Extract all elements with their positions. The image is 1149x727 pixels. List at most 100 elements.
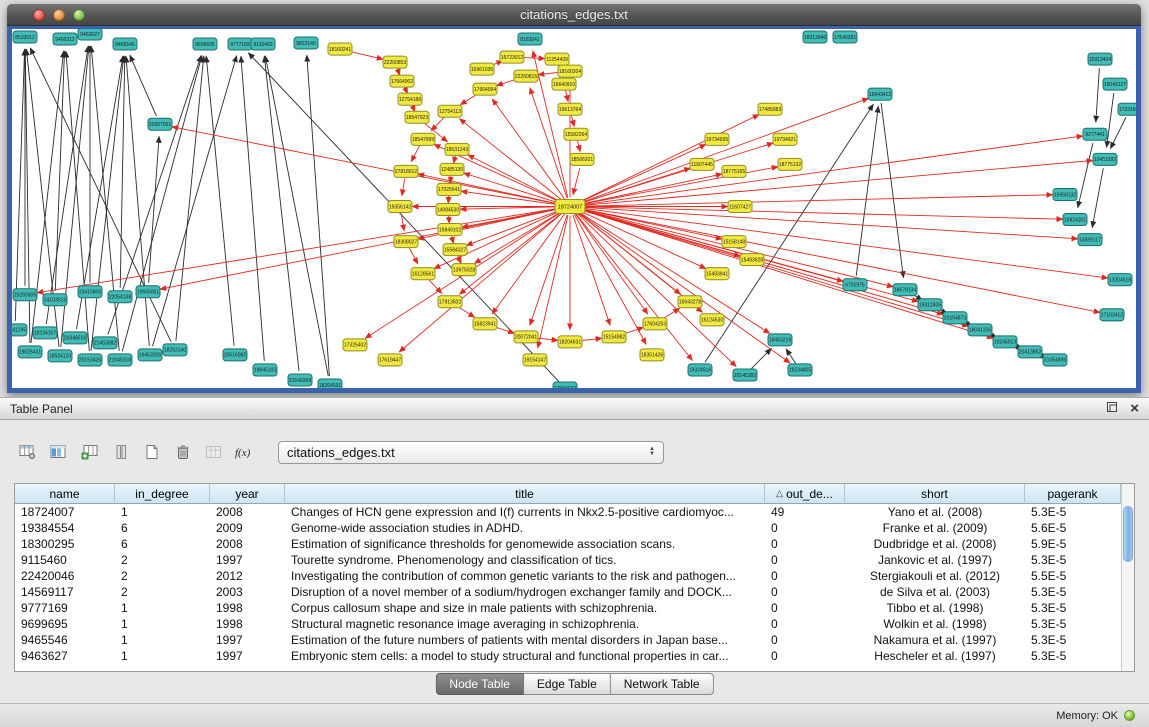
- graph-edge[interactable]: [579, 168, 691, 204]
- graph-node[interactable]: 17604253: [643, 318, 667, 330]
- graph-hub-node[interactable]: 18724007: [555, 199, 585, 213]
- graph-node[interactable]: 10453182: [1093, 153, 1117, 165]
- graph-edge[interactable]: [434, 210, 562, 268]
- graph-node[interactable]: 17103412: [1100, 309, 1124, 321]
- table-row[interactable]: 977716911998Corpus callosum shape and si…: [15, 600, 1134, 616]
- graph-node[interactable]: 23415806: [78, 286, 102, 298]
- graph-node[interactable]: 17584032: [553, 382, 577, 388]
- graph-node[interactable]: 6791975: [843, 279, 867, 291]
- graph-edge[interactable]: [1078, 143, 1093, 208]
- graph-edge[interactable]: [461, 191, 561, 205]
- graph-node[interactable]: 20567051: [148, 118, 172, 130]
- table-vertical-scrollbar[interactable]: [1121, 484, 1134, 671]
- graph-node[interactable]: 20516082: [223, 349, 247, 361]
- graph-edge[interactable]: [573, 168, 580, 195]
- column-header-year[interactable]: year: [210, 484, 285, 504]
- graph-edge[interactable]: [1096, 68, 1100, 122]
- graph-node[interactable]: 18313046: [803, 31, 827, 43]
- graph-node[interactable]: 18041326: [968, 324, 992, 336]
- graph-node[interactable]: 24103518: [43, 294, 67, 306]
- graph-node[interactable]: 20154873: [943, 312, 967, 324]
- graph-edge[interactable]: [579, 98, 869, 203]
- table-row[interactable]: 1830029562008Estimation of significance …: [15, 536, 1134, 552]
- graph-node[interactable]: 15154982: [602, 331, 626, 343]
- graph-edge[interactable]: [578, 210, 706, 268]
- graph-node[interactable]: 17325402: [343, 339, 367, 351]
- graph-node[interactable]: 15913404: [1088, 53, 1112, 65]
- graph-node[interactable]: 11254439: [545, 53, 569, 65]
- graph-edge[interactable]: [241, 56, 264, 361]
- graph-node[interactable]: 18253140: [163, 344, 187, 356]
- graph-node[interactable]: 22260815: [514, 70, 538, 82]
- graph-node[interactable]: 11607445: [690, 158, 714, 170]
- graph-node[interactable]: 17664902: [390, 75, 414, 87]
- zoom-window-button[interactable]: [73, 9, 85, 21]
- graph-node[interactable]: 17231840: [1118, 103, 1136, 115]
- graph-edge[interactable]: [575, 214, 648, 314]
- graph-node[interactable]: 16824301: [1063, 214, 1087, 226]
- graph-edge[interactable]: [460, 207, 561, 210]
- graph-edge[interactable]: [15, 49, 24, 321]
- graph-node[interactable]: 19234157: [33, 327, 57, 339]
- graph-edge[interactable]: [538, 215, 568, 348]
- graph-node[interactable]: 17913502: [438, 296, 462, 308]
- graph-node[interactable]: 19245013: [993, 336, 1017, 348]
- graph-edge[interactable]: [579, 174, 723, 205]
- graph-edge[interactable]: [579, 209, 994, 338]
- graph-node[interactable]: 20145382: [733, 369, 757, 381]
- graph-node[interactable]: 15493928: [740, 254, 764, 266]
- table-source-select[interactable]: citations_edges.txt ▲▼: [278, 441, 664, 464]
- graph-edge[interactable]: [577, 213, 737, 367]
- graph-edge[interactable]: [571, 114, 574, 127]
- graph-node[interactable]: 18775132: [778, 158, 802, 170]
- graph-node[interactable]: 25265905: [13, 289, 37, 301]
- graph-node[interactable]: 18547999: [411, 133, 435, 145]
- graph-node[interactable]: 19734921: [773, 133, 797, 145]
- graph-edge[interactable]: [578, 144, 706, 202]
- graph-node[interactable]: 19025431: [18, 346, 42, 358]
- scrollbar-thumb[interactable]: [1123, 506, 1133, 562]
- graph-node[interactable]: 8183041: [518, 33, 542, 45]
- graph-node[interactable]: 16640910: [552, 78, 576, 90]
- graph-edge[interactable]: [160, 208, 561, 289]
- table-row[interactable]: 2242004622012Investigating the contribut…: [15, 568, 1134, 584]
- graph-edge[interactable]: [264, 56, 299, 371]
- graph-node[interactable]: 15493941: [705, 268, 729, 280]
- graph-node[interactable]: 17664994: [473, 83, 497, 95]
- graph-edge[interactable]: [578, 114, 759, 202]
- graph-node[interactable]: 21054936: [1043, 354, 1067, 366]
- table-row[interactable]: 1872400712008Changes of HCN gene express…: [15, 504, 1134, 520]
- graph-edge[interactable]: [1107, 93, 1114, 147]
- graph-edge[interactable]: [91, 46, 119, 351]
- graph-edge[interactable]: [399, 212, 563, 352]
- graph-node[interactable]: 19734935: [705, 133, 729, 145]
- graph-edge[interactable]: [492, 99, 565, 199]
- graph-node[interactable]: 9463627: [78, 29, 102, 40]
- table-row[interactable]: 1938455462009Genome-wide association stu…: [15, 520, 1134, 536]
- table-row[interactable]: 946554611997Estimation of the future num…: [15, 632, 1134, 648]
- column-header-title[interactable]: title: [285, 484, 765, 504]
- graph-node[interactable]: 18453219: [768, 334, 792, 346]
- graph-node[interactable]: 16043127: [1103, 78, 1127, 90]
- column-header-out-de-[interactable]: △out_de...: [765, 484, 845, 504]
- graph-node[interactable]: 12485130: [440, 163, 464, 175]
- table-options-button[interactable]: [14, 439, 41, 465]
- float-panel-icon[interactable]: [1106, 401, 1118, 416]
- graph-node[interactable]: 16943278: [678, 296, 702, 308]
- graph-node[interactable]: 19356142: [388, 200, 412, 212]
- graph-node[interactable]: 8533012: [13, 31, 37, 43]
- graph-edge[interactable]: [579, 136, 1083, 205]
- table-row[interactable]: 1456911722003Disruption of a novel membe…: [15, 584, 1134, 600]
- new-document-button[interactable]: [138, 439, 165, 465]
- graph-edge[interactable]: [1092, 168, 1103, 228]
- graph-node[interactable]: 14984530: [436, 203, 460, 215]
- graph-edge[interactable]: [459, 119, 563, 201]
- graph-edge[interactable]: [349, 51, 384, 59]
- graph-edge[interactable]: [577, 139, 580, 152]
- column-header-in-degree[interactable]: in_degree: [115, 484, 210, 504]
- graph-node[interactable]: 15158148: [722, 236, 746, 248]
- graph-edge[interactable]: [307, 55, 330, 376]
- graph-edge[interactable]: [565, 89, 568, 102]
- graph-node[interactable]: 18160204: [558, 65, 582, 77]
- graph-node[interactable]: 18679134: [893, 284, 917, 296]
